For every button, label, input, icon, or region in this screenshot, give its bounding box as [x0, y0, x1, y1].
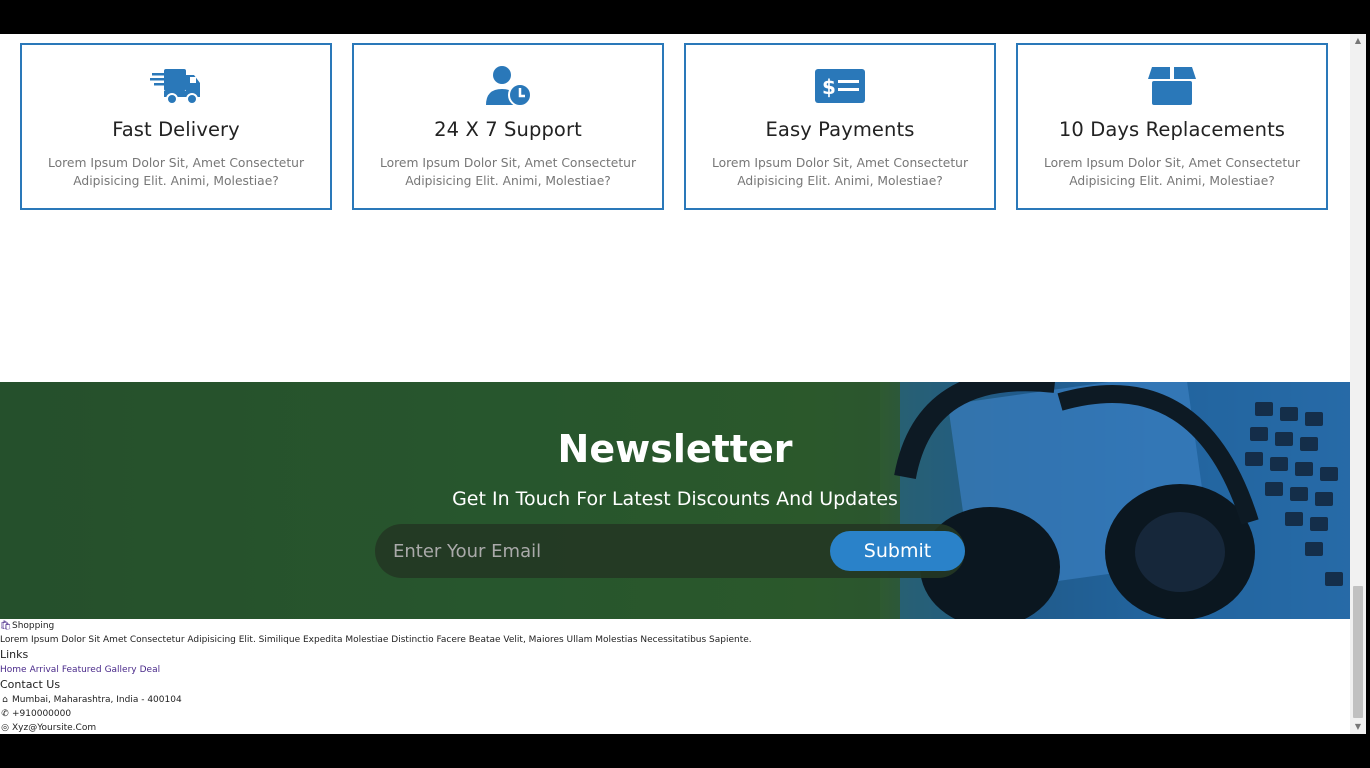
- footer-link-arrival[interactable]: Arrival: [30, 665, 59, 675]
- box-icon: [1148, 67, 1196, 105]
- feature-text: Lorem Ipsum Dolor Sit, Amet Consectetur …: [1043, 156, 1301, 188]
- footer-address: ⌂ Mumbai, Maharashtra, India - 400104: [0, 693, 1350, 707]
- feature-text: Lorem Ipsum Dolor Sit, Amet Consectetur …: [47, 156, 305, 188]
- submit-button[interactable]: Submit: [830, 531, 965, 571]
- scroll-down-arrow-icon[interactable]: ▼: [1350, 720, 1366, 734]
- features-section: Fast Delivery Lorem Ipsum Dolor Sit, Ame…: [0, 34, 1350, 382]
- feature-title: Easy Payments: [765, 118, 915, 141]
- globe-icon: ◎: [1, 723, 9, 733]
- footer-description: Lorem Ipsum Dolor Sit Amet Consectetur A…: [0, 635, 752, 645]
- page-viewport: Fast Delivery Lorem Ipsum Dolor Sit, Ame…: [0, 34, 1350, 734]
- footer-email: ◎ Xyz@Yoursite.Com: [0, 721, 1350, 734]
- phone-icon: ✆: [1, 709, 9, 719]
- shopping-bag-icon: 🛍: [0, 621, 12, 631]
- footer-contact-heading: Contact Us: [0, 678, 61, 691]
- feature-title: Fast Delivery: [112, 118, 240, 141]
- feature-card-payments: $ Easy Payments Lorem Ipsum Dolor Sit, A…: [684, 43, 996, 210]
- footer-phone: ✆ +910000000: [0, 707, 1350, 721]
- footer-link-featured[interactable]: Featured: [62, 665, 102, 675]
- feature-card-delivery: Fast Delivery Lorem Ipsum Dolor Sit, Ame…: [20, 43, 332, 210]
- feature-text: Lorem Ipsum Dolor Sit, Amet Consectetur …: [711, 156, 969, 188]
- newsletter-subtitle: Get In Touch For Latest Discounts And Up…: [452, 488, 898, 510]
- feature-card-support: 24 X 7 Support Lorem Ipsum Dolor Sit, Am…: [352, 43, 664, 210]
- scrollbar-thumb[interactable]: [1353, 586, 1363, 718]
- home-icon: ⌂: [2, 695, 8, 705]
- feature-title: 10 Days Replacements: [1058, 118, 1286, 141]
- footer-brand[interactable]: 🛍Shopping: [0, 619, 1350, 633]
- newsletter-title: Newsletter: [557, 427, 793, 471]
- money-check-icon: $: [815, 69, 865, 103]
- truck-icon: [150, 69, 200, 105]
- newsletter-form: Submit: [375, 524, 965, 578]
- scroll-up-arrow-icon[interactable]: ▲: [1350, 34, 1366, 48]
- svg-text:$: $: [822, 75, 836, 99]
- user-clock-icon: [486, 66, 532, 107]
- email-input[interactable]: [393, 534, 813, 568]
- footer-brand-label: Shopping: [12, 621, 55, 631]
- footer-phone-text: +910000000: [12, 709, 72, 719]
- footer-email-text: Xyz@Yoursite.Com: [12, 723, 97, 733]
- page-scrollbar[interactable]: ▲ ▼: [1350, 34, 1366, 734]
- footer-link-deal[interactable]: Deal: [140, 665, 160, 675]
- footer-address-text: Mumbai, Maharashtra, India - 400104: [12, 695, 182, 705]
- newsletter-section: Newsletter Get In Touch For Latest Disco…: [0, 382, 1350, 619]
- footer-link-gallery[interactable]: Gallery: [105, 665, 137, 675]
- footer-links-heading: Links: [0, 648, 29, 661]
- feature-title: 24 X 7 Support: [434, 118, 582, 141]
- feature-card-replacements: 10 Days Replacements Lorem Ipsum Dolor S…: [1016, 43, 1328, 210]
- footer-links: Home Arrival Featured Gallery Deal: [0, 663, 1350, 677]
- feature-text: Lorem Ipsum Dolor Sit, Amet Consectetur …: [379, 156, 637, 188]
- footer-link-home[interactable]: Home: [0, 665, 27, 675]
- footer: 🛍Shopping Lorem Ipsum Dolor Sit Amet Con…: [0, 619, 1350, 734]
